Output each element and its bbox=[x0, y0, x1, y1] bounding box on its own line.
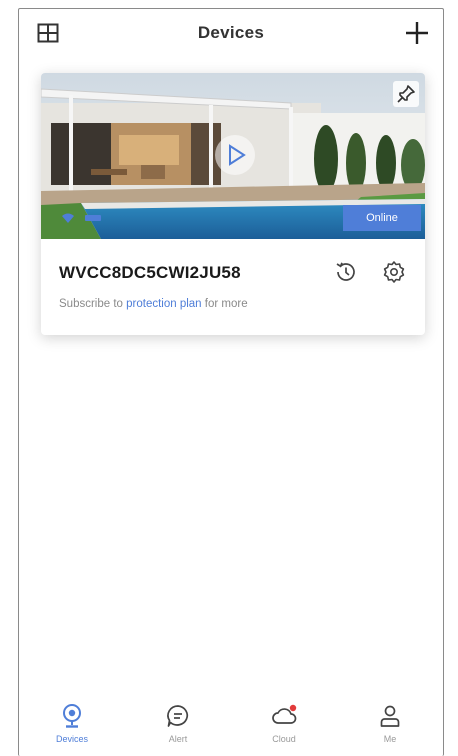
nav-label-alert: Alert bbox=[168, 734, 188, 744]
person-icon bbox=[380, 705, 400, 727]
add-device-icon[interactable] bbox=[403, 19, 431, 47]
history-icon[interactable] bbox=[333, 259, 359, 285]
wifi-icon bbox=[62, 213, 74, 223]
nav-label-cloud: Cloud bbox=[272, 734, 296, 744]
nav-item-me[interactable]: Me bbox=[350, 694, 430, 744]
online-status-badge: Online bbox=[343, 205, 421, 231]
nav-label-me: Me bbox=[383, 734, 397, 744]
top-bar: Devices bbox=[19, 9, 443, 59]
nav-item-cloud[interactable]: Cloud bbox=[244, 694, 324, 744]
device-name: WVCC8DC5CWI2JU58 bbox=[59, 263, 241, 282]
settings-gear-icon[interactable] bbox=[381, 259, 407, 285]
cloud-icon bbox=[272, 704, 297, 724]
camera-icon bbox=[63, 704, 81, 728]
device-card[interactable]: Online WVCC8DC5CWI2JU58 Subscribe to pro… bbox=[41, 73, 425, 335]
app-screen: Devices Online WVCC8DC5CWI2JU58 Subscrib… bbox=[18, 8, 444, 756]
nav-item-alert[interactable]: Alert bbox=[138, 694, 218, 744]
nav-label-devices: Devices bbox=[55, 734, 88, 744]
subscribe-prefix: Subscribe to bbox=[59, 298, 127, 310]
battery-icon bbox=[85, 215, 101, 221]
subscribe-suffix: for more bbox=[201, 298, 248, 310]
connection-status-indicator bbox=[51, 207, 121, 229]
subscription-promo: Subscribe to protection plan for more bbox=[59, 298, 248, 310]
pin-icon[interactable] bbox=[393, 81, 419, 107]
notification-dot bbox=[289, 704, 297, 712]
page-title: Devices bbox=[197, 23, 265, 42]
protection-plan-link[interactable]: protection plan bbox=[126, 298, 201, 310]
play-icon[interactable] bbox=[213, 133, 257, 177]
message-icon bbox=[167, 705, 189, 727]
nav-item-devices[interactable]: Devices bbox=[32, 694, 112, 744]
bottom-navigation: Devices Alert Cloud Me bbox=[19, 694, 443, 756]
